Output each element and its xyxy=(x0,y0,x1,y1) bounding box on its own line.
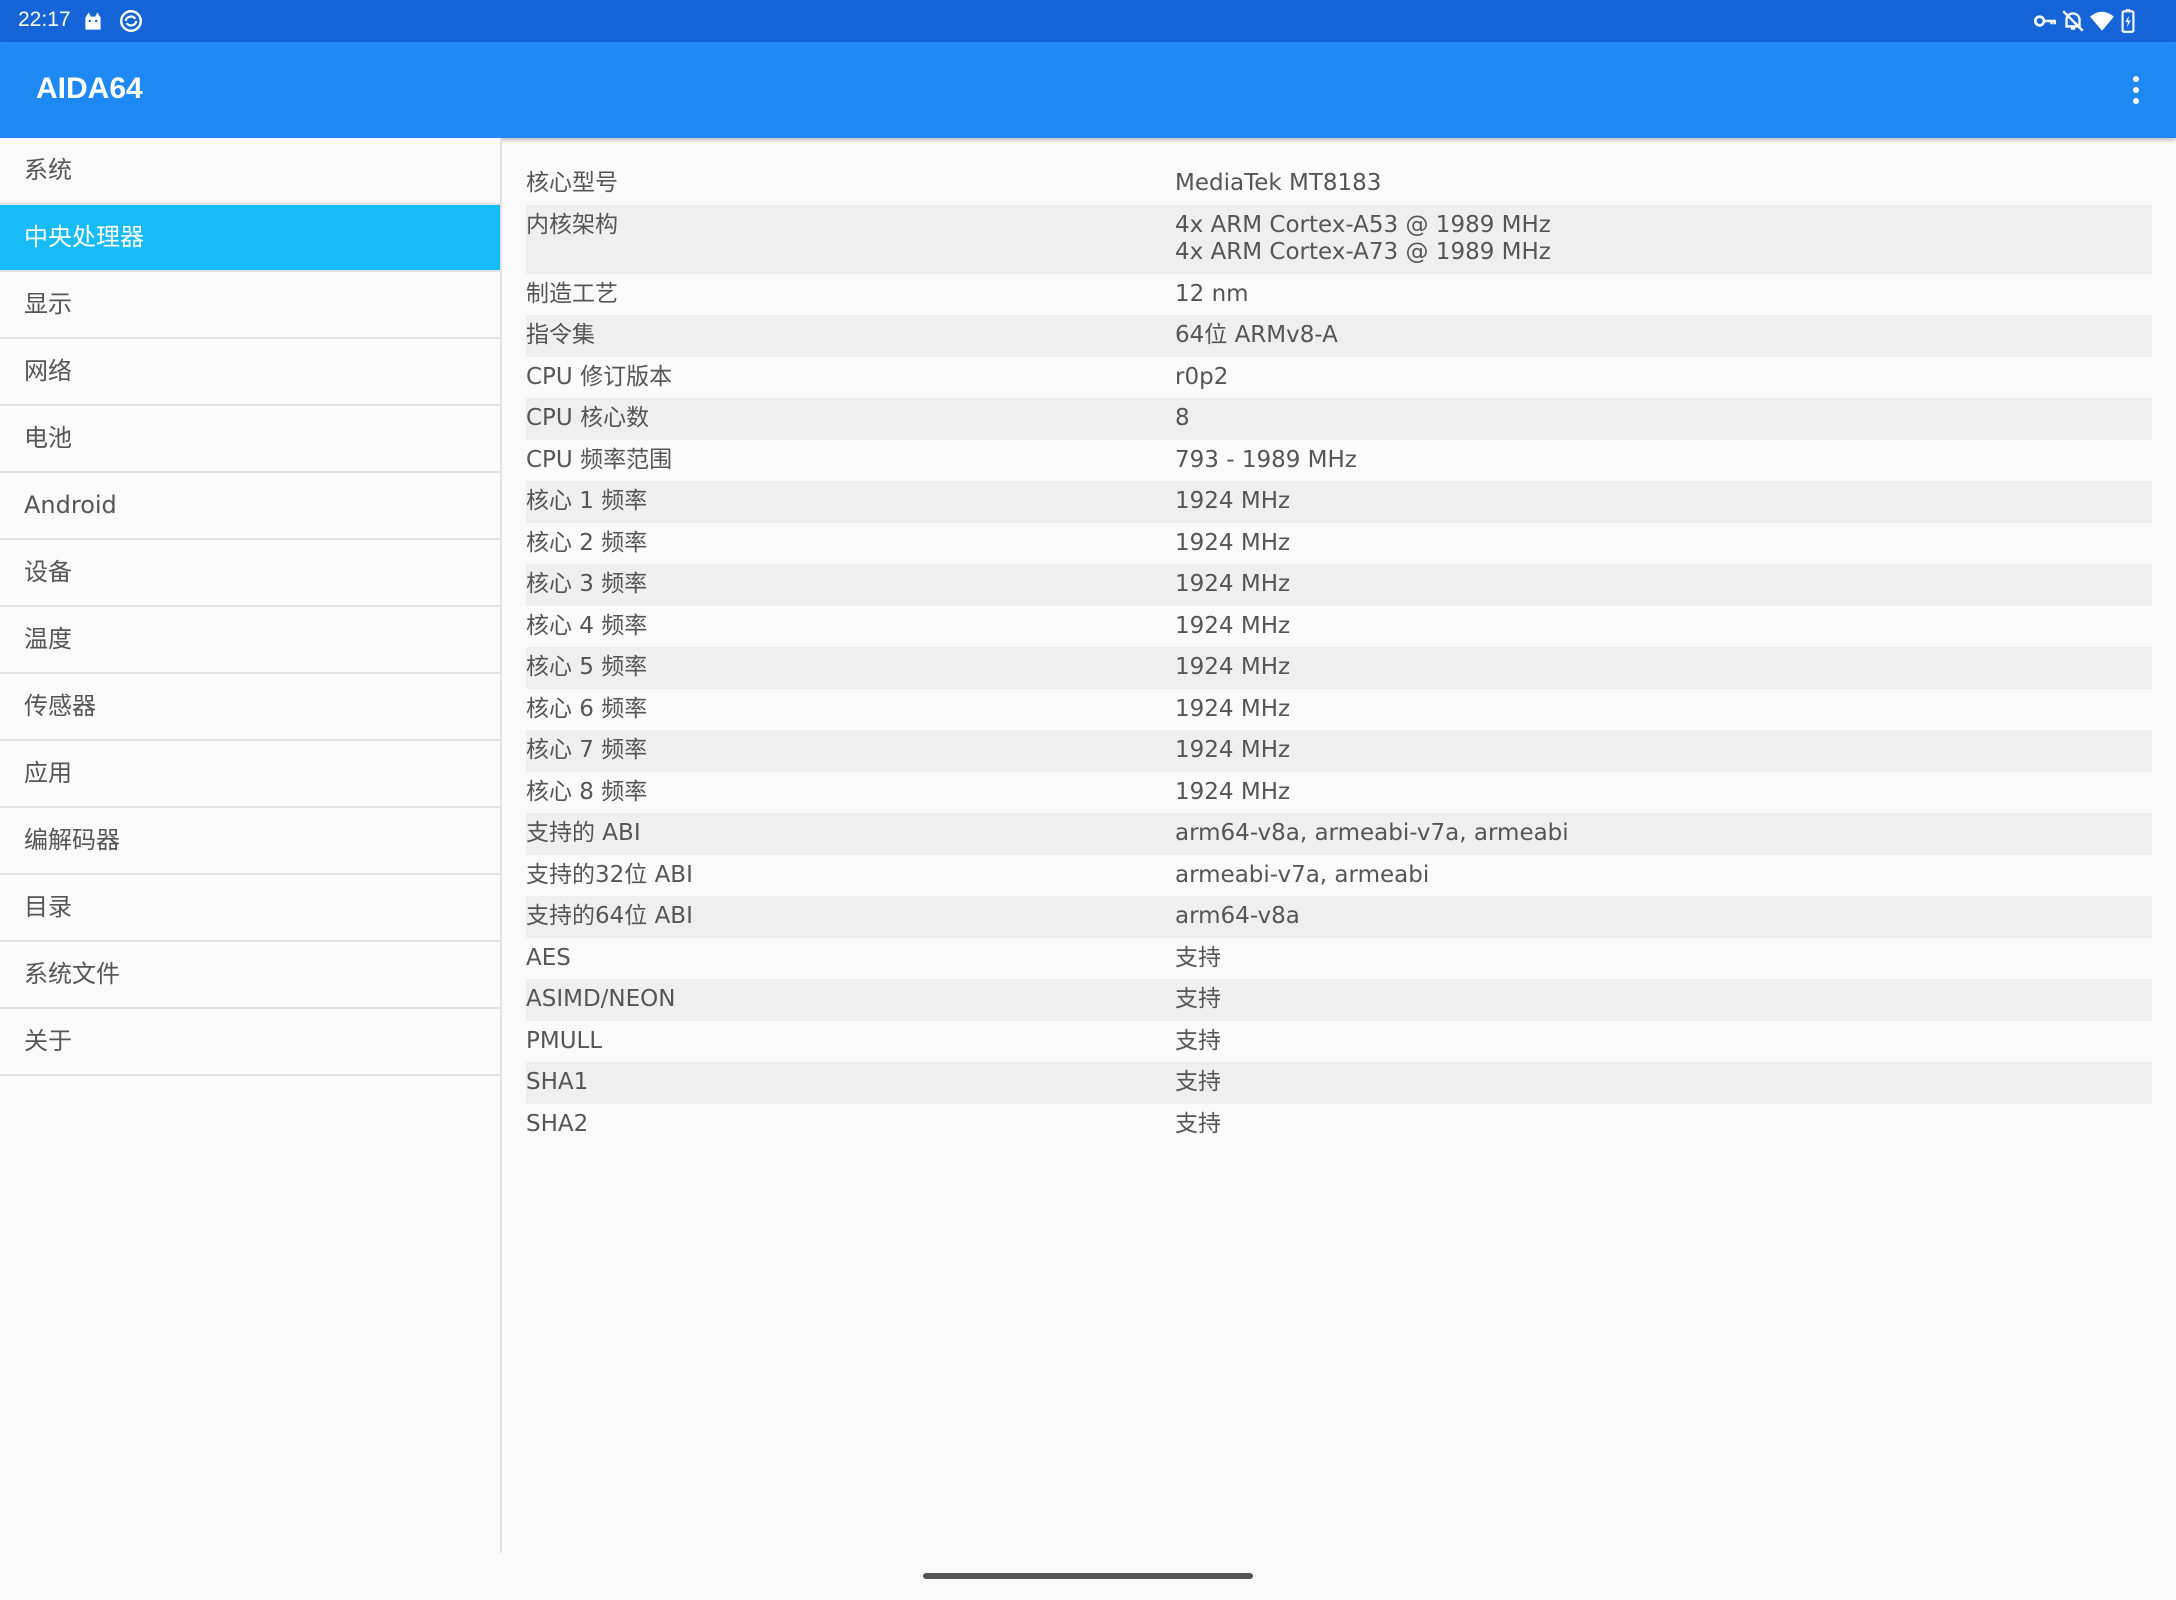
info-row-label: 核心 5 频率 xyxy=(526,654,648,680)
cpu-info-table: 核心型号 MediaTek MT8183 内核架构 4x ARM Cortex-A53… xyxy=(526,163,2152,1145)
sidebar-item-display[interactable]: 显示 xyxy=(0,272,500,339)
info-row-label: SHA1 xyxy=(526,1069,589,1095)
info-row-value: 1924 MHz xyxy=(1175,737,1291,763)
info-row: CPU 频率范围 793 - 1989 MHz xyxy=(526,440,2152,482)
sidebar-item-sensors[interactable]: 传感器 xyxy=(0,674,500,741)
sidebar-item-network[interactable]: 网络 xyxy=(0,339,500,406)
battery-charging-icon xyxy=(2121,9,2135,33)
info-row: 核心 1 频率 1924 MHz xyxy=(526,481,2152,523)
info-row: ASIMD/NEON 支持 xyxy=(526,979,2152,1021)
info-row-value: 1924 MHz xyxy=(1175,612,1291,639)
info-row: 核心 3 频率 1924 MHz xyxy=(526,564,2152,606)
sidebar-item-about[interactable]: 关于 xyxy=(0,1009,500,1076)
info-row: 支持的64位 ABI arm64-v8a xyxy=(526,896,2152,938)
sidebar-item-system[interactable]: 系统 xyxy=(0,138,500,205)
info-row-label: PMULL xyxy=(526,1027,603,1054)
info-row-value: 1924 MHz xyxy=(1175,695,1291,722)
sidebar-item-device[interactable]: 设备 xyxy=(0,540,500,607)
status-bar: 22:17 xyxy=(0,0,2176,42)
gesture-nav-handle[interactable] xyxy=(923,1573,1253,1579)
info-row-label: ASIMD/NEON xyxy=(526,986,676,1012)
sidebar-item-temperature[interactable]: 温度 xyxy=(0,607,500,674)
info-row-value: 支持 xyxy=(1175,944,1221,971)
info-row: PMULL 支持 xyxy=(526,1021,2152,1063)
info-row-value: r0p2 xyxy=(1175,363,1229,390)
info-row-value: 1924 MHz xyxy=(1175,488,1291,514)
info-row: CPU 核心数 8 xyxy=(526,398,2152,440)
sidebar-item-cpu[interactable]: 中央处理器 xyxy=(0,205,500,272)
sidebar: 系统 中央处理器 显示 网络 电池 Android 设备 温度 传感器 应用 编… xyxy=(0,138,502,1553)
sidebar-item-battery[interactable]: 电池 xyxy=(0,406,500,473)
info-row: 支持的 ABI arm64-v8a, armeabi-v7a, armeabi xyxy=(526,813,2152,855)
more-vert-icon[interactable] xyxy=(2130,74,2142,106)
info-row-label: 指令集 xyxy=(526,322,595,348)
info-row: 核心 4 频率 1924 MHz xyxy=(526,606,2152,648)
sidebar-item-system-files[interactable]: 系统文件 xyxy=(0,942,500,1009)
info-row-value: 支持 xyxy=(1175,986,1221,1012)
info-row-value: 支持 xyxy=(1175,1110,1221,1137)
info-row-label: 核心 3 频率 xyxy=(526,571,648,597)
info-row-value: 支持 xyxy=(1175,1069,1221,1095)
info-row: 核心型号 MediaTek MT8183 xyxy=(526,163,2152,205)
info-row-label: 核心 1 频率 xyxy=(526,488,648,514)
info-row-value: 1924 MHz xyxy=(1175,778,1291,805)
info-row-value: 4x ARM Cortex-A53 @ 1989 MHz 4x ARM Cort… xyxy=(1175,211,1551,266)
info-row-label: 核心 6 频率 xyxy=(526,695,648,722)
info-row: AES 支持 xyxy=(526,938,2152,980)
info-row-label: 制造工艺 xyxy=(526,280,618,307)
info-row: CPU 修订版本 r0p2 xyxy=(526,357,2152,399)
info-row-label: 核心 2 频率 xyxy=(526,529,648,556)
info-row-value: 1924 MHz xyxy=(1175,529,1291,556)
info-row-label: 支持的 ABI xyxy=(526,820,641,846)
info-row-label: SHA2 xyxy=(526,1110,589,1137)
info-row: SHA2 支持 xyxy=(526,1104,2152,1146)
info-row-label: AES xyxy=(526,944,571,971)
info-row-value: 8 xyxy=(1175,405,1190,431)
info-row-value: MediaTek MT8183 xyxy=(1175,170,1382,196)
info-row: 内核架构 4x ARM Cortex-A53 @ 1989 MHz 4x ARM … xyxy=(526,204,2152,274)
sidebar-item-directories[interactable]: 目录 xyxy=(0,875,500,942)
sync-icon xyxy=(120,10,142,32)
notifications-off-icon xyxy=(2062,10,2084,32)
info-row-label: 支持的32位 ABI xyxy=(526,861,693,888)
sidebar-item-apps[interactable]: 应用 xyxy=(0,741,500,808)
info-row-value: arm64-v8a xyxy=(1175,903,1300,929)
sidebar-item-codecs[interactable]: 编解码器 xyxy=(0,808,500,875)
info-row-value: 64位 ARMv8-A xyxy=(1175,322,1338,348)
vpn-key-icon xyxy=(2033,15,2057,27)
info-row-value: 支持 xyxy=(1175,1027,1221,1054)
app-title: AIDA64 xyxy=(36,72,143,105)
info-row-value: 793 - 1989 MHz xyxy=(1175,446,1357,473)
status-time: 22:17 xyxy=(18,8,71,31)
info-row-value: armeabi-v7a, armeabi xyxy=(1175,861,1430,888)
info-row: 支持的32位 ABI armeabi-v7a, armeabi xyxy=(526,855,2152,897)
info-row-label: 核心 7 频率 xyxy=(526,737,648,763)
info-row: 核心 8 频率 1924 MHz xyxy=(526,772,2152,814)
info-row-label: 核心型号 xyxy=(526,170,618,196)
info-row-label: CPU 频率范围 xyxy=(526,446,673,473)
info-row-value: 12 nm xyxy=(1175,280,1249,307)
info-row: 核心 2 频率 1924 MHz xyxy=(526,523,2152,565)
info-row: 制造工艺 12 nm xyxy=(526,274,2152,316)
info-row-value: 1924 MHz xyxy=(1175,571,1291,597)
info-row: 核心 7 频率 1924 MHz xyxy=(526,730,2152,772)
info-row: SHA1 支持 xyxy=(526,1062,2152,1104)
sidebar-item-android[interactable]: Android xyxy=(0,473,500,540)
info-row-label: CPU 核心数 xyxy=(526,405,650,431)
info-row: 指令集 64位 ARMv8-A xyxy=(526,315,2152,357)
info-row-value: arm64-v8a, armeabi-v7a, armeabi xyxy=(1175,820,1569,846)
android-cat-icon xyxy=(85,12,101,30)
info-row-label: 内核架构 xyxy=(526,211,618,238)
info-row-label: 支持的64位 ABI xyxy=(526,903,693,929)
app-bar: AIDA64 xyxy=(0,42,2176,138)
info-row: 核心 6 频率 1924 MHz xyxy=(526,689,2152,731)
info-row-label: 核心 8 频率 xyxy=(526,778,648,805)
wifi-icon xyxy=(2090,11,2114,31)
info-row-value: 1924 MHz xyxy=(1175,654,1291,680)
info-row-label: 核心 4 频率 xyxy=(526,612,648,639)
info-row: 核心 5 频率 1924 MHz xyxy=(526,647,2152,689)
info-row-label: CPU 修订版本 xyxy=(526,363,673,390)
